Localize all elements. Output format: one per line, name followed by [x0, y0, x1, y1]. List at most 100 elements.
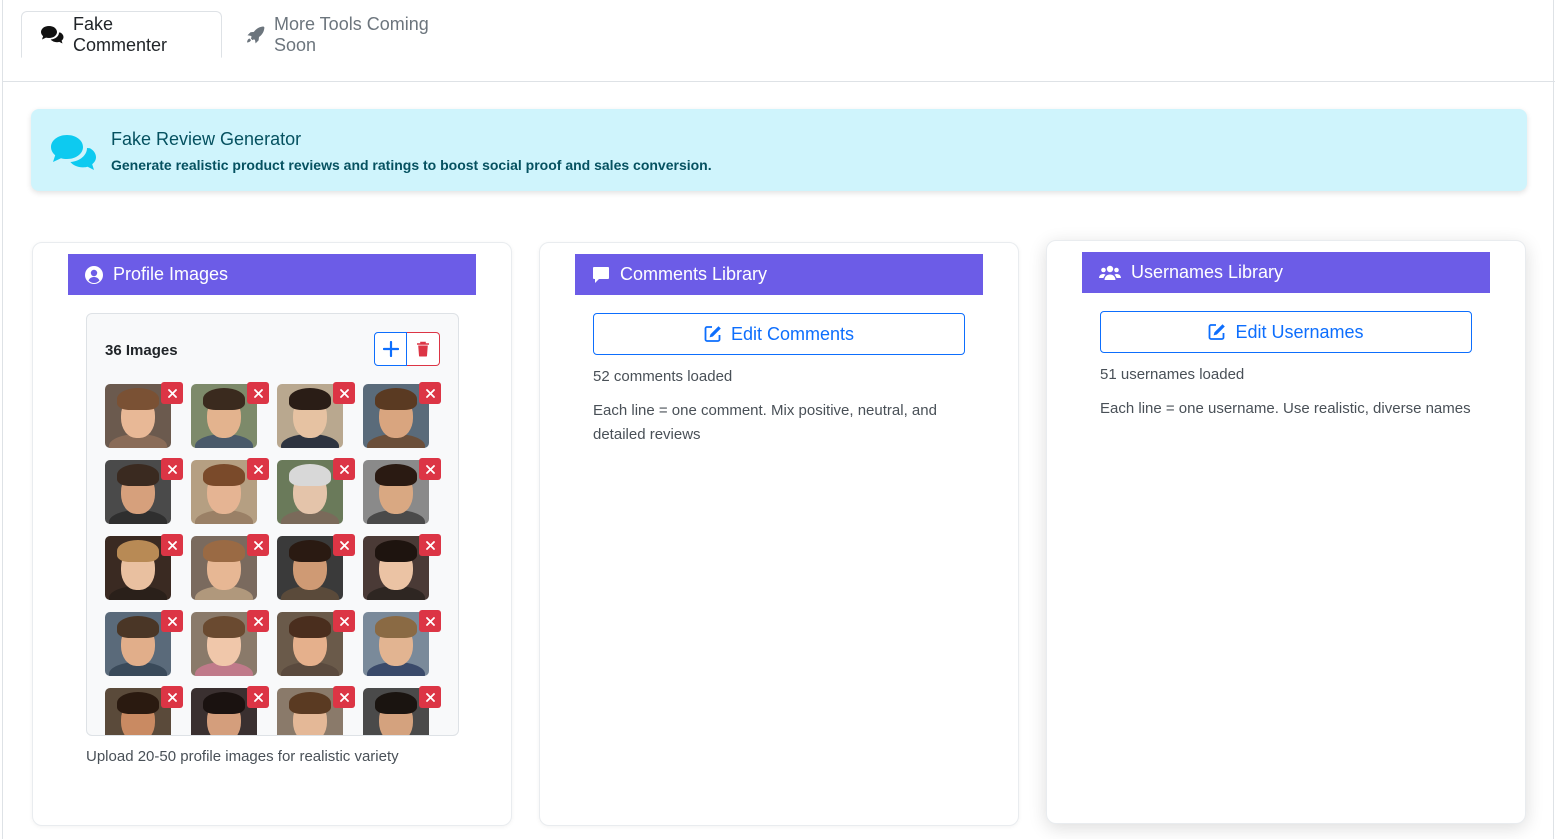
- info-alert: Fake Review Generator Generate realistic…: [31, 109, 1527, 191]
- close-icon: [167, 692, 177, 702]
- plus-icon: [382, 341, 399, 357]
- close-icon: [425, 464, 435, 474]
- user-circle-icon: [85, 265, 103, 284]
- comments-library-card: Comments Library Edit Comments 52 commen…: [539, 242, 1019, 826]
- profile-image-thumbnail: [363, 382, 441, 448]
- tab-fake-commenter[interactable]: Fake Commenter: [21, 11, 222, 58]
- remove-image-button[interactable]: [333, 382, 355, 404]
- close-icon: [425, 540, 435, 550]
- remove-image-button[interactable]: [161, 610, 183, 632]
- remove-image-button[interactable]: [247, 686, 269, 708]
- close-icon: [253, 692, 263, 702]
- card-title: Profile Images: [113, 264, 229, 284]
- remove-image-button[interactable]: [161, 382, 183, 404]
- profile-image-thumbnail: [105, 534, 183, 600]
- remove-image-button[interactable]: [333, 610, 355, 632]
- comments-icon: [51, 135, 96, 170]
- remove-image-button[interactable]: [161, 686, 183, 708]
- card-header: Comments Library: [575, 254, 983, 295]
- close-icon: [167, 616, 177, 626]
- image-count: 36 Images: [105, 342, 178, 359]
- profile-image-thumbnail: [277, 534, 355, 600]
- remove-image-button[interactable]: [247, 458, 269, 480]
- comments-help-text: Each line = one comment. Mix positive, n…: [593, 402, 937, 443]
- comments-loaded-count: 52 comments loaded: [593, 368, 733, 385]
- profile-image-thumbnail: [105, 686, 183, 735]
- close-icon: [339, 540, 349, 550]
- close-icon: [339, 464, 349, 474]
- button-label: Edit Comments: [730, 323, 855, 344]
- profile-image-thumbnail: [105, 382, 183, 448]
- remove-image-button[interactable]: [333, 458, 355, 480]
- profile-image-thumbnail: [191, 458, 269, 524]
- profile-image-thumbnail: [191, 534, 269, 600]
- card-title: Comments Library: [620, 264, 768, 284]
- card-header: Profile Images: [68, 254, 476, 295]
- image-actions: [374, 332, 440, 366]
- close-icon: [425, 616, 435, 626]
- comments-icon: [41, 25, 64, 43]
- remove-image-button[interactable]: [419, 382, 441, 404]
- comment-icon: [593, 266, 609, 283]
- rocket-icon: [247, 26, 265, 43]
- remove-image-button[interactable]: [419, 458, 441, 480]
- users-icon: [1099, 265, 1121, 280]
- edit-icon: [1209, 324, 1226, 340]
- close-icon: [339, 692, 349, 702]
- profile-image-thumbnail: [277, 686, 355, 735]
- remove-image-button[interactable]: [161, 458, 183, 480]
- remove-image-button[interactable]: [419, 610, 441, 632]
- tab-label: Fake Commenter: [73, 13, 168, 55]
- remove-image-button[interactable]: [419, 534, 441, 556]
- close-icon: [167, 388, 177, 398]
- alert-title: Fake Review Generator: [111, 129, 302, 149]
- profile-image-thumbnail: [363, 458, 441, 524]
- edit-comments-button[interactable]: Edit Comments: [593, 313, 965, 355]
- alert-description: Generate realistic product reviews and r…: [111, 157, 712, 173]
- profile-image-thumbnail: [191, 686, 269, 735]
- tab-label: More Tools Coming Soon: [274, 13, 429, 55]
- close-icon: [253, 540, 263, 550]
- add-image-button[interactable]: [374, 332, 407, 366]
- close-icon: [253, 388, 263, 398]
- profile-image-thumbnail: [277, 382, 355, 448]
- profile-image-thumbnail: [277, 610, 355, 676]
- edit-icon: [704, 326, 721, 342]
- close-icon: [339, 388, 349, 398]
- card-title: Usernames Library: [1131, 262, 1284, 282]
- close-icon: [339, 616, 349, 626]
- remove-image-button[interactable]: [333, 534, 355, 556]
- usernames-library-card: Usernames Library Edit Usernames 51 user…: [1046, 240, 1526, 824]
- close-icon: [425, 388, 435, 398]
- remove-image-button[interactable]: [247, 382, 269, 404]
- profile-image-thumbnail: [363, 610, 441, 676]
- remove-image-button[interactable]: [247, 534, 269, 556]
- profile-image-thumbnail: [191, 610, 269, 676]
- profile-image-thumbnail: [191, 382, 269, 448]
- remove-image-button[interactable]: [333, 686, 355, 708]
- edit-usernames-button[interactable]: Edit Usernames: [1100, 311, 1472, 353]
- usernames-loaded-count: 51 usernames loaded: [1100, 366, 1245, 383]
- app-frame: Fake Commenter More Tools Coming Soon Fa…: [2, 0, 1555, 839]
- delete-all-images-button[interactable]: [407, 332, 440, 366]
- remove-image-button[interactable]: [161, 534, 183, 556]
- profile-image-thumbnail: [363, 686, 441, 735]
- trash-icon: [417, 341, 429, 357]
- remove-image-button[interactable]: [247, 610, 269, 632]
- usernames-help-text: Each line = one username. Use realistic,…: [1100, 400, 1471, 417]
- profile-image-thumbnail: [363, 534, 441, 600]
- tab-more-tools[interactable]: More Tools Coming Soon: [227, 11, 487, 58]
- image-help-text: Upload 20-50 profile images for realisti…: [86, 748, 399, 765]
- profile-image-thumbnail: [105, 458, 183, 524]
- image-panel: 36 Images: [86, 313, 459, 736]
- close-icon: [167, 464, 177, 474]
- profile-image-thumbnail: [277, 458, 355, 524]
- profile-images-card: Profile Images 36 Images Upload 20-50 pr…: [32, 242, 512, 826]
- profile-image-thumbnail: [105, 610, 183, 676]
- card-header: Usernames Library: [1082, 252, 1490, 293]
- tab-bar: Fake Commenter More Tools Coming Soon: [3, 0, 1555, 82]
- close-icon: [253, 464, 263, 474]
- close-icon: [425, 692, 435, 702]
- remove-image-button[interactable]: [419, 686, 441, 708]
- close-icon: [167, 540, 177, 550]
